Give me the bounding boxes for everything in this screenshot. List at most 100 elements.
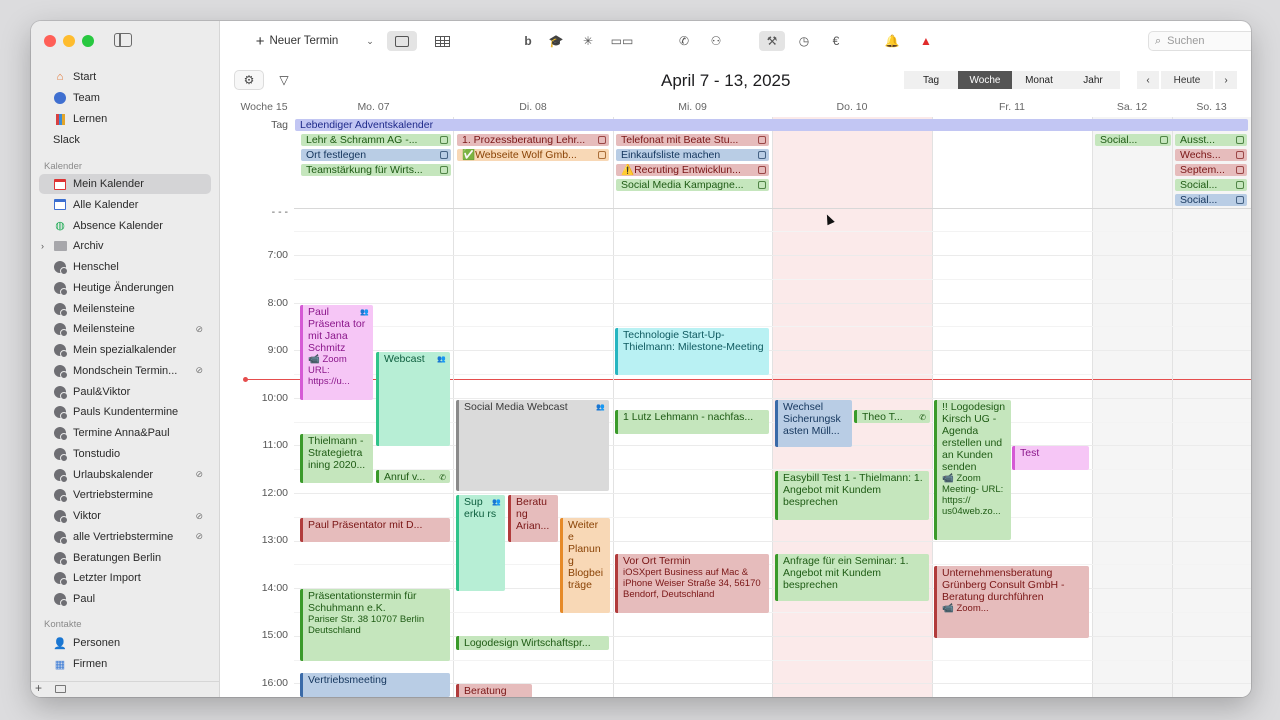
allday-event[interactable]: Social Media Kampagne...	[616, 179, 769, 191]
filter-button[interactable]: ▽	[269, 70, 299, 90]
calendar-event[interactable]: Test	[1012, 446, 1089, 470]
event-checkbox[interactable]	[758, 136, 766, 144]
sidebar-toggle-icon[interactable]	[114, 33, 132, 47]
graduation-cap-icon[interactable]: 🎓	[545, 31, 567, 51]
sidebar-item-calendar[interactable]: Vertriebstermine	[39, 485, 211, 505]
calendar-event[interactable]: Beratung	[456, 684, 532, 697]
new-event-dropdown[interactable]: ⌄	[363, 31, 377, 51]
next-week-button[interactable]: ›	[1215, 71, 1237, 89]
sidebar-item-calendar[interactable]: Mondschein Termin... ⊘	[39, 361, 211, 381]
zoom-window-button[interactable]	[82, 35, 94, 47]
allday-event[interactable]: Lehr & Schramm AG -...	[301, 134, 451, 146]
sparkle-icon[interactable]: ✳	[577, 31, 599, 51]
calendar-small-icon[interactable]	[55, 685, 66, 693]
sidebar-item-calendar[interactable]: Tonstudio	[39, 444, 211, 464]
sidebar-item-calendar[interactable]: Henschel	[39, 257, 211, 277]
sidebar-item-calendar[interactable]: Alle Kalender	[39, 195, 211, 215]
calendar-event[interactable]: Weiter e Planun g Blogbei träge	[560, 518, 610, 613]
sidebar-item-calendar[interactable]: Mein Kalender	[39, 174, 211, 194]
letter-b-icon[interactable]: b	[517, 31, 539, 51]
allday-event[interactable]: Ausst...	[1175, 134, 1247, 146]
sidebar-item-personen[interactable]: 👤 Personen	[39, 633, 211, 653]
calendar-event[interactable]: Unternehmensberatung Grünberg Consult Gm…	[934, 566, 1089, 638]
sidebar-item-firmen[interactable]: ▦ Firmen	[39, 654, 211, 674]
search-input[interactable]: ⌕ Suchen	[1148, 31, 1251, 51]
phone-icon[interactable]: ✆	[673, 31, 695, 51]
calendar-view-button[interactable]	[387, 31, 417, 51]
calendar-event[interactable]: Vor Ort Termin iOSXpert Business auf Mac …	[615, 554, 769, 613]
sidebar-item-calendar[interactable]: Mein spezialkalender	[39, 340, 211, 360]
allday-event[interactable]: 1. Prozessberatung Lehr...	[457, 134, 609, 146]
allday-event[interactable]: Social...	[1175, 194, 1247, 206]
sidebar-item-calendar[interactable]: Beratungen Berlin	[39, 548, 211, 568]
calendar-event[interactable]: Paul Präsenta tor mit Jana Schmitz 📹 Zoom…	[300, 305, 373, 400]
sidebar-item-team[interactable]: Team	[39, 88, 211, 108]
calendar-event[interactable]: Präsentationstermin für Schuhmann e.K. Pa…	[300, 589, 450, 661]
sidebar-item-calendar[interactable]: ◍ Absence Kalender	[39, 216, 211, 236]
event-checkbox[interactable]	[440, 151, 448, 159]
settings-button[interactable]: ⚙	[234, 70, 264, 90]
layout-icon[interactable]: ▭▭	[609, 31, 635, 51]
calendar-event[interactable]: Anfrage für ein Seminar: 1. Angebot mit …	[775, 554, 929, 601]
bell-settings-icon[interactable]: 🔔	[881, 31, 903, 51]
event-checkbox[interactable]	[1236, 136, 1244, 144]
calendar-event[interactable]: Technologie Start-Up-Thielmann: Mileston…	[615, 328, 769, 375]
minimize-window-button[interactable]	[63, 35, 75, 47]
calendar-event[interactable]: Thielmann - Strategietra ining 2020...	[300, 434, 373, 483]
sidebar-item-slack[interactable]: Slack	[39, 130, 211, 150]
sidebar-item-calendar[interactable]: Pauls Kundentermine	[39, 402, 211, 422]
event-checkbox[interactable]	[598, 151, 606, 159]
allday-event[interactable]: Einkaufsliste machen	[616, 149, 769, 161]
prev-week-button[interactable]: ‹	[1137, 71, 1159, 89]
event-checkbox[interactable]	[758, 151, 766, 159]
event-checkbox[interactable]	[758, 181, 766, 189]
allday-event[interactable]: ✅Webseite Wolf Gmb...	[457, 149, 609, 161]
calendar-event[interactable]: Wechsel Sicherungsk asten Müll...	[775, 400, 852, 447]
view-month-tab[interactable]: Monat	[1012, 71, 1066, 89]
event-checkbox[interactable]	[598, 136, 606, 144]
today-button[interactable]: Heute	[1161, 71, 1213, 89]
calendar-event[interactable]: Vertriebsmeeting	[300, 673, 450, 697]
sidebar-item-calendar[interactable]: › Archiv	[39, 236, 211, 256]
add-calendar-button[interactable]: +	[35, 681, 42, 695]
sidebar-item-calendar[interactable]: Viktor ⊘	[39, 506, 211, 526]
timer-icon[interactable]: ◷	[793, 31, 815, 51]
allday-event[interactable]: Ort festlegen	[301, 149, 451, 161]
allday-event[interactable]: Lebendiger Adventskalender	[295, 119, 1248, 131]
allday-event[interactable]: Social...	[1095, 134, 1171, 146]
sidebar-item-calendar[interactable]: alle Vertriebstermine ⊘	[39, 527, 211, 547]
sidebar-item-calendar[interactable]: Paul	[39, 589, 211, 609]
event-checkbox[interactable]	[1160, 136, 1168, 144]
allday-event[interactable]: Septem...	[1175, 164, 1247, 176]
view-week-tab[interactable]: Woche	[958, 71, 1012, 89]
bell-icon[interactable]: ▲	[915, 31, 937, 51]
sidebar-item-lernen[interactable]: Lernen	[39, 109, 211, 129]
calendar-event[interactable]: Beratu ng Arian...	[508, 495, 558, 542]
sidebar-item-start[interactable]: ⌂ Start	[39, 67, 211, 87]
sidebar-item-calendar[interactable]: Meilensteine	[39, 299, 211, 319]
view-year-tab[interactable]: Jahr	[1066, 71, 1120, 89]
event-checkbox[interactable]	[1236, 181, 1244, 189]
new-event-button[interactable]: + Neuer Termin	[250, 31, 344, 51]
allday-event[interactable]: ⚠️Recruting Entwicklun...	[616, 164, 769, 176]
calendar-event[interactable]: Theo T... ✆	[854, 410, 930, 423]
chevron-right-icon[interactable]: ›	[41, 241, 44, 251]
sidebar-item-calendar[interactable]: Termine Anna&Paul	[39, 423, 211, 443]
calendar-event[interactable]: !! Logodesign Kirsch UG - Agenda erstell…	[934, 400, 1011, 540]
calendar-event[interactable]: Anruf v... ✆	[376, 470, 450, 483]
calendar-event[interactable]: Easybill Test 1 - Thielmann: 1. Angebot …	[775, 471, 929, 520]
calendar-event[interactable]: 1 Lutz Lehmann - nachfas...	[615, 410, 769, 434]
calendar-event[interactable]: Logodesign Wirtschaftspr...	[456, 636, 609, 650]
event-checkbox[interactable]	[758, 166, 766, 174]
event-checkbox[interactable]	[440, 136, 448, 144]
calendar-event[interactable]: Social Media Webcast 👥	[456, 400, 609, 491]
allday-event[interactable]: Teamstärkung für Wirts...	[301, 164, 451, 176]
event-checkbox[interactable]	[1236, 196, 1244, 204]
sidebar-item-calendar[interactable]: Meilensteine ⊘	[39, 319, 211, 339]
event-checkbox[interactable]	[1236, 166, 1244, 174]
sidebar-item-calendar[interactable]: Letzter Import	[39, 568, 211, 588]
table-view-button[interactable]	[427, 31, 457, 51]
sidebar-item-calendar[interactable]: Paul&Viktor	[39, 382, 211, 402]
allday-event[interactable]: Wechs...	[1175, 149, 1247, 161]
event-checkbox[interactable]	[440, 166, 448, 174]
